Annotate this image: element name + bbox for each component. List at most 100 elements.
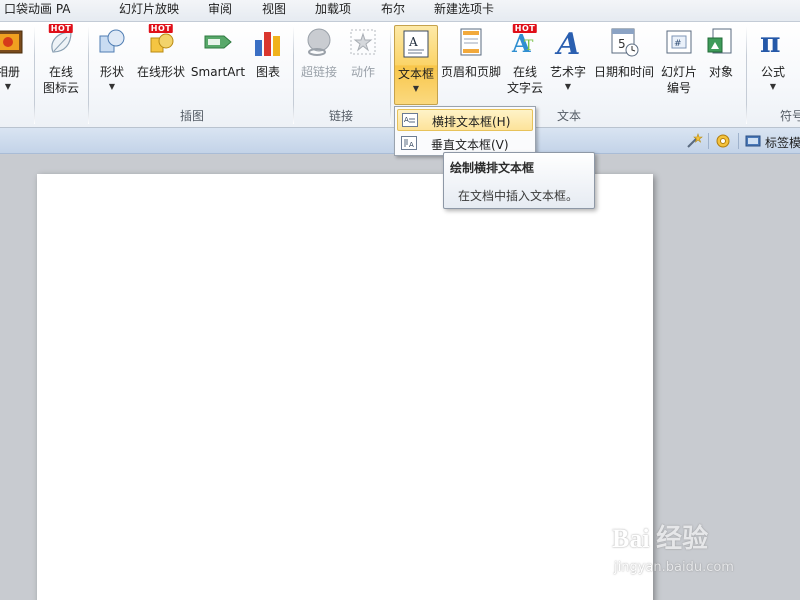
slide-number-label-1: 幻灯片 — [660, 65, 697, 79]
formula-button[interactable]: π 公式 ▼ — [754, 26, 792, 104]
bar-chart-icon — [252, 26, 284, 58]
online-shapes-icon: HOT — [145, 24, 177, 58]
watermark-url: jingyan.baidu.com — [614, 560, 734, 575]
tab-view[interactable]: 视图 — [262, 0, 286, 22]
online-text-cloud-label-2: 文字云 — [506, 81, 543, 95]
album-icon — [0, 26, 24, 58]
online-shapes-button[interactable]: HOT 在线形状 — [134, 24, 188, 104]
pi-icon: π — [757, 26, 789, 59]
textbox-icon: A — [400, 28, 432, 60]
tab-new-tab[interactable]: 新建选项卡 — [434, 0, 494, 22]
action-star-icon — [347, 26, 379, 58]
tooltip-description: 在文档中插入文本框。 — [458, 189, 579, 203]
group-divider — [293, 26, 294, 124]
textbox-dropdown-menu: A 横排文本框(H) A 垂直文本框(V) — [394, 106, 536, 156]
hyperlink-button[interactable]: 超链接 — [298, 26, 340, 104]
smartart-label: SmartArt — [190, 65, 246, 79]
group-divider — [390, 26, 391, 124]
group-divider — [88, 26, 89, 124]
online-shapes-label: 在线形状 — [136, 65, 185, 79]
wordart-icon: A — [552, 26, 584, 62]
wordart-label: 艺术字 — [549, 65, 586, 79]
magic-wand-icon[interactable] — [685, 132, 703, 150]
tab-addins[interactable]: 加载项 — [315, 0, 351, 22]
group-divider — [34, 26, 35, 124]
slide-number-icon: # — [663, 26, 695, 58]
tag-template-label[interactable]: 标签模 — [765, 134, 800, 151]
calendar-clock-icon: 5 — [608, 26, 640, 58]
shapes-icon — [96, 26, 128, 58]
hot-badge: HOT — [148, 24, 174, 33]
date-time-button[interactable]: 5 日期和时间 — [592, 26, 656, 104]
chevron-down-icon: ▼ — [564, 82, 572, 91]
hyperlink-label: 超链接 — [300, 65, 337, 79]
svg-text:π: π — [760, 26, 781, 58]
globe-link-icon — [303, 26, 335, 58]
slide-canvas[interactable] — [37, 174, 653, 600]
chevron-down-icon: ▼ — [4, 82, 12, 91]
toolbar-divider — [738, 133, 739, 149]
svg-text:A: A — [409, 141, 414, 149]
tab-slideshow[interactable]: 幻灯片放映 — [119, 0, 179, 22]
online-text-cloud-label-1: 在线 — [512, 65, 537, 79]
ribbon-tab-bar: 口袋动画 PA 幻灯片放映 审阅 视图 加载项 布尔 新建选项卡 — [0, 0, 800, 22]
object-button[interactable]: 对象 — [702, 26, 740, 104]
leaf-cloud-icon: HOT — [45, 24, 77, 58]
chart-button[interactable]: 图表 — [250, 26, 286, 104]
menu-item-horizontal-textbox[interactable]: A 横排文本框(H) — [397, 109, 533, 131]
svg-text:T: T — [524, 38, 534, 54]
tag-template-icon[interactable] — [745, 134, 761, 148]
chart-label: 图表 — [255, 65, 280, 79]
chevron-down-icon: ▼ — [769, 82, 777, 91]
svg-text:A: A — [404, 116, 409, 124]
svg-text:A: A — [408, 35, 418, 49]
date-time-label: 日期和时间 — [593, 65, 654, 79]
gear-icon[interactable] — [714, 132, 732, 150]
hot-badge: HOT — [48, 24, 74, 33]
online-icon-cloud-label-2: 图标云 — [42, 81, 79, 95]
smartart-button[interactable]: SmartArt — [190, 26, 246, 104]
toolbar-divider — [708, 133, 709, 149]
watermark-brand: Bai 经验 — [612, 524, 709, 553]
hot-badge: HOT — [512, 24, 538, 33]
shapes-button[interactable]: 形状 ▼ — [94, 26, 130, 104]
header-footer-button[interactable]: 页眉和页脚 — [440, 26, 502, 104]
chevron-down-icon: ▼ — [108, 82, 116, 91]
svg-text:A: A — [554, 27, 580, 58]
menu-item-label: 垂直文本框(V) — [431, 138, 509, 152]
vertical-textbox-icon: A — [401, 136, 417, 150]
tab-pocket-animation[interactable]: 口袋动画 PA — [4, 0, 71, 22]
chevron-down-icon: ▼ — [412, 84, 420, 93]
svg-text:5: 5 — [618, 37, 626, 51]
online-icon-cloud-label-1: 在线 — [48, 65, 73, 79]
object-icon — [705, 26, 737, 58]
slide-number-label-2: 编号 — [666, 81, 691, 95]
menu-item-label: 横排文本框(H) — [432, 115, 511, 129]
group-label-symbols: 符号 — [780, 109, 800, 123]
textbox-button[interactable]: A 文本框 ▼ — [394, 25, 438, 105]
shapes-label: 形状 — [99, 65, 124, 79]
wordart-button[interactable]: A 艺术字 ▼ — [548, 26, 588, 104]
online-icon-cloud-button[interactable]: HOT 在线 图标云 — [40, 24, 82, 104]
text-cloud-icon: AT HOT — [509, 24, 541, 58]
group-label-illustrations: 插图 — [179, 109, 204, 123]
textbox-label: 文本框 — [397, 67, 434, 81]
slide-number-button[interactable]: # 幻灯片 编号 — [658, 26, 700, 104]
action-label: 动作 — [350, 65, 375, 79]
tooltip-title: 绘制横排文本框 — [450, 161, 535, 175]
svg-text:#: # — [674, 39, 682, 49]
formula-label: 公式 — [760, 65, 785, 79]
tab-boolean[interactable]: 布尔 — [381, 0, 405, 22]
album-button[interactable]: 相册 ▼ — [0, 26, 24, 104]
group-divider — [746, 26, 747, 124]
group-label-links: 链接 — [328, 109, 353, 123]
smartart-icon — [202, 26, 234, 58]
header-footer-label: 页眉和页脚 — [440, 65, 501, 79]
album-label: 相册 — [0, 65, 20, 79]
tooltip: 绘制横排文本框 在文档中插入文本框。 — [443, 152, 595, 209]
action-button[interactable]: 动作 — [344, 26, 382, 104]
object-label: 对象 — [708, 65, 733, 79]
header-footer-icon — [455, 26, 487, 58]
online-text-cloud-button[interactable]: AT HOT 在线 文字云 — [504, 24, 546, 104]
tab-review[interactable]: 审阅 — [208, 0, 232, 22]
